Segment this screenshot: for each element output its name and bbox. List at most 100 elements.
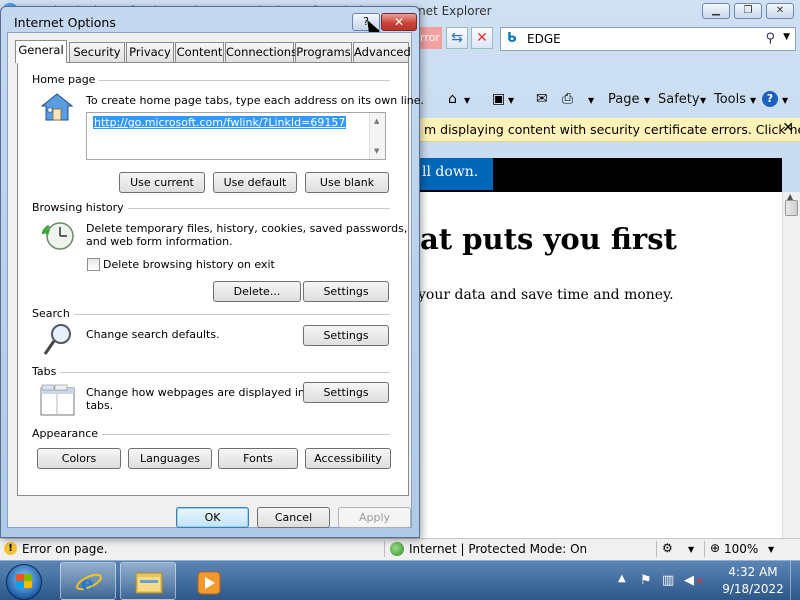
refresh-icon[interactable]: ⇆ — [446, 27, 468, 49]
languages-button[interactable]: Languages — [128, 448, 212, 469]
internet-zone-icon — [390, 542, 404, 556]
chevron-down-icon[interactable]: ▼ — [768, 545, 774, 554]
minimize-button[interactable]: ▁ — [702, 3, 730, 19]
ok-button[interactable]: OK — [176, 507, 249, 528]
fonts-button[interactable]: Fonts — [218, 448, 298, 469]
home-page-textarea[interactable]: http://go.microsoft.com/fwlink/?LinkId=6… — [86, 112, 386, 160]
chevron-down-icon[interactable]: ▼ — [588, 96, 594, 105]
colors-button[interactable]: Colors — [37, 448, 121, 469]
chevron-down-icon[interactable]: ▼ — [464, 96, 470, 105]
search-input[interactable]: EDGE — [527, 32, 561, 46]
maximize-button[interactable]: ❐ — [734, 3, 762, 19]
popup-blocker-icon[interactable]: ⚙ — [662, 541, 673, 555]
page-menu[interactable]: Page — [608, 92, 639, 107]
warning-icon[interactable]: ! — [4, 542, 17, 555]
chevron-down-icon[interactable]: ▼ — [782, 96, 788, 105]
clock-date[interactable]: 9/18/2022 — [720, 582, 786, 596]
print-icon[interactable]: ⎙ — [562, 91, 573, 107]
zoom-icon[interactable]: ⊕ — [710, 541, 720, 555]
scroll-down-icon[interactable]: ▼ — [374, 147, 379, 155]
chevron-down-icon: ▼ — [700, 96, 707, 105]
mail-icon[interactable]: ✉ — [536, 91, 548, 107]
taskbar-media-player-button[interactable] — [180, 562, 236, 600]
chevron-down-icon: ▼ — [644, 96, 651, 105]
folder-icon — [135, 572, 163, 594]
page-banner-button[interactable]: ll down. — [420, 158, 493, 190]
show-desktop-button[interactable] — [790, 561, 800, 600]
cert-error-badge[interactable]: rror — [420, 27, 442, 49]
feeds-icon[interactable]: ▣ — [492, 91, 505, 107]
volume-muted-icon[interactable]: ◀ — [684, 573, 694, 588]
tab-programs[interactable]: Programs — [295, 42, 352, 62]
tabs-window-icon — [40, 384, 76, 416]
infobar-text[interactable]: m displaying content with security certi… — [424, 122, 800, 137]
safety-menu[interactable]: Safety — [658, 92, 700, 107]
taskbar-ie-button[interactable]: e — [60, 562, 116, 600]
home-page-url[interactable]: http://go.microsoft.com/fwlink/?LinkId=6… — [93, 116, 347, 129]
status-separator — [656, 541, 657, 557]
dialog-tabs: General Security Privacy Content Connect… — [9, 40, 411, 63]
use-default-button[interactable]: Use default — [213, 172, 297, 193]
divider — [32, 372, 390, 373]
chevron-down-icon[interactable]: ▼ — [508, 96, 514, 105]
section-appearance: Appearance — [32, 427, 103, 440]
zone-text[interactable]: Internet | Protected Mode: On — [409, 542, 587, 556]
delete-on-exit-label[interactable]: Delete browsing history on exit — [103, 258, 275, 271]
search-icon[interactable]: ⚲ — [765, 31, 775, 46]
tab-general[interactable]: General — [15, 40, 67, 63]
use-blank-button[interactable]: Use blank — [305, 172, 389, 193]
infobar-close-icon[interactable]: ✕ — [782, 120, 794, 136]
house-icon — [40, 92, 74, 122]
tabs-settings-button[interactable]: Settings — [303, 382, 389, 403]
close-window-button[interactable]: ✕ — [766, 3, 794, 19]
status-error-text[interactable]: Error on page. — [22, 542, 108, 556]
status-separator — [384, 541, 385, 557]
dialog-title: Internet Options — [14, 15, 116, 30]
mute-x-icon: ✕ — [696, 577, 704, 587]
stop-icon[interactable]: ✕ — [471, 27, 493, 49]
tools-menu[interactable]: Tools — [714, 92, 746, 107]
cancel-button[interactable]: Cancel — [257, 507, 330, 528]
delete-on-exit-checkbox[interactable] — [87, 258, 100, 271]
tab-advanced[interactable]: Advanced — [353, 42, 411, 62]
svg-text:e: e — [81, 571, 94, 595]
apply-button[interactable]: Apply — [338, 507, 411, 528]
tab-security[interactable]: Security — [69, 42, 125, 62]
section-home-page: Home page — [32, 73, 100, 86]
dialog-close-button[interactable]: ✕ — [381, 13, 417, 31]
scrollbar-thumb[interactable] — [785, 200, 798, 216]
chevron-down-icon[interactable]: ▼ — [688, 545, 694, 554]
search-settings-button[interactable]: Settings — [303, 325, 389, 346]
taskbar-explorer-button[interactable] — [120, 562, 176, 600]
action-center-flag-icon[interactable]: ⚑ — [640, 573, 652, 588]
tab-connections[interactable]: Connections — [225, 42, 297, 62]
delete-history-button[interactable]: Delete... — [213, 281, 301, 302]
internet-explorer-icon: e — [76, 571, 102, 595]
section-tabs: Tabs — [32, 365, 61, 378]
accessibility-button[interactable]: Accessibility — [305, 448, 391, 469]
home-icon[interactable]: ⌂ — [448, 91, 457, 107]
clock-time[interactable]: 4:32 AM — [720, 565, 786, 579]
security-infobar[interactable]: m displaying content with security certi… — [420, 118, 800, 142]
textarea-scrollbar[interactable]: ▲ ▼ — [369, 113, 385, 159]
status-bar: ! Error on page. Internet | Protected Mo… — [0, 538, 800, 560]
history-description-1: Delete temporary files, history, cookies… — [86, 222, 408, 235]
home-page-description: To create home page tabs, type each addr… — [86, 94, 425, 107]
tab-content[interactable]: Content — [175, 42, 224, 62]
network-icon[interactable]: ▥ — [662, 573, 674, 588]
use-current-button[interactable]: Use current — [119, 172, 205, 193]
windows-logo-icon — [16, 581, 32, 588]
chevron-down-icon[interactable]: ▼ — [783, 32, 790, 42]
zoom-level[interactable]: 100% — [724, 542, 758, 556]
page-scrollbar[interactable]: ▲ — [782, 192, 800, 538]
history-settings-button[interactable]: Settings — [303, 281, 389, 302]
help-icon[interactable]: ? — [762, 91, 778, 107]
show-hidden-icons-icon[interactable]: ▲ — [618, 573, 626, 584]
divider — [32, 314, 390, 315]
media-player-icon — [197, 571, 221, 595]
tab-privacy[interactable]: Privacy — [126, 42, 174, 62]
search-box[interactable]: ᑲ EDGE ⚲ ▼ — [500, 27, 796, 51]
scroll-up-icon[interactable]: ▲ — [374, 117, 379, 125]
taskbar: e ▲ ⚑ ▥ ◀ ✕ 4:32 AM 9/18/2022 — [0, 560, 800, 600]
system-tray: ▲ ⚑ ▥ ◀ ✕ 4:32 AM 9/18/2022 — [610, 561, 800, 600]
